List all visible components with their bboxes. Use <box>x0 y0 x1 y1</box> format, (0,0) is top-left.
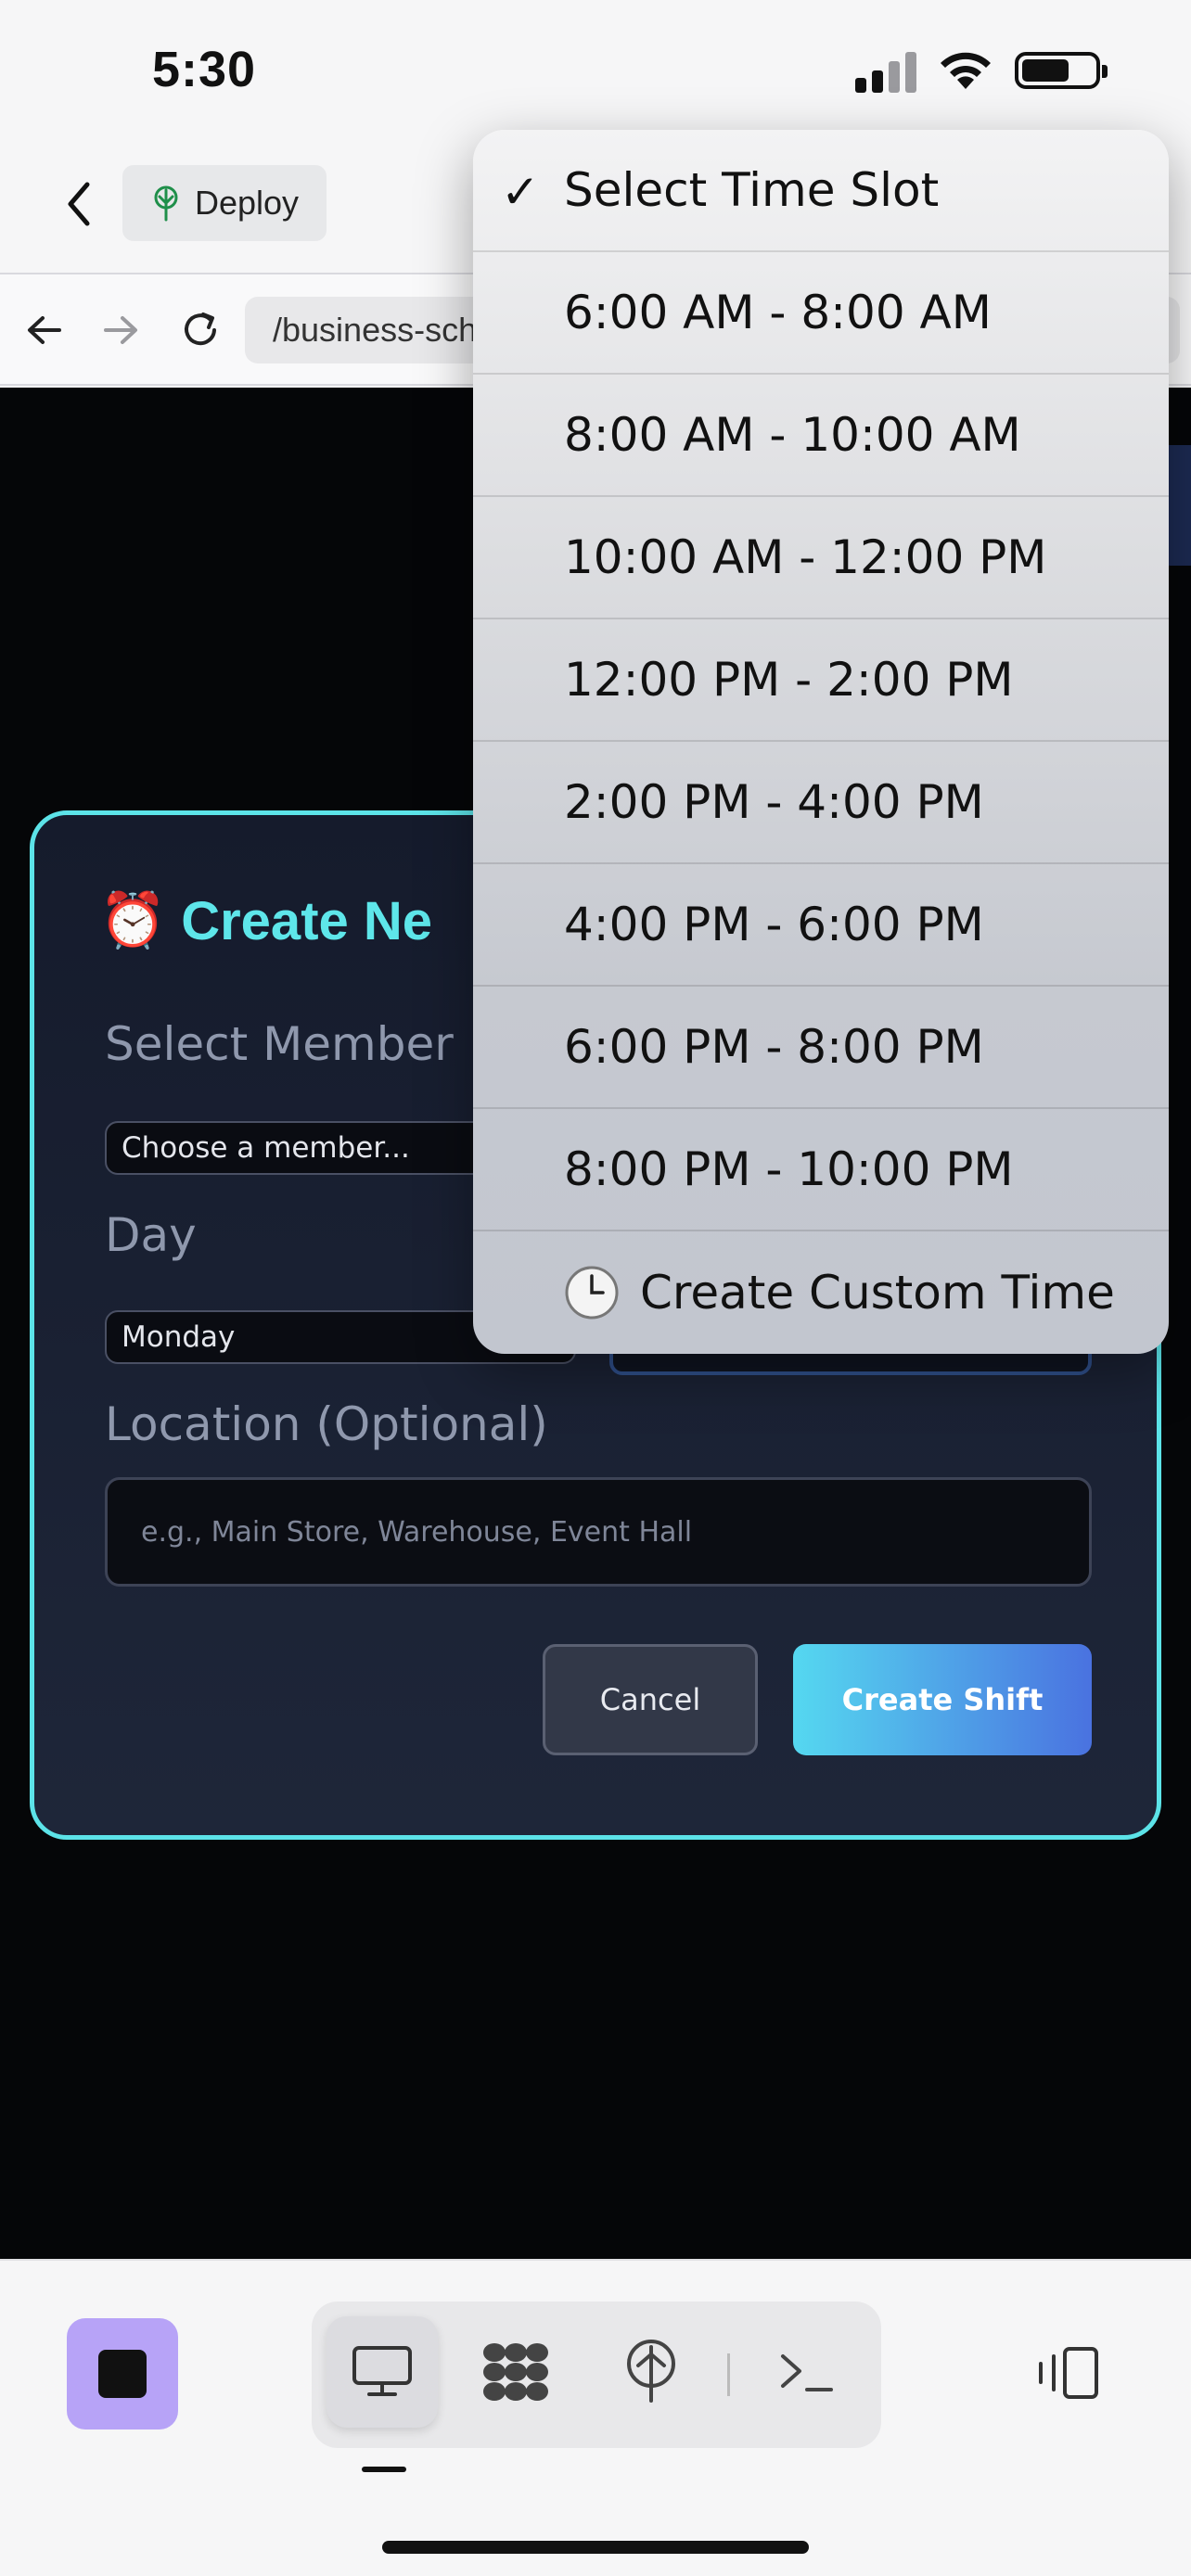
deploy-label: Deploy <box>195 184 300 222</box>
apps-view-button[interactable] <box>460 2316 571 2428</box>
checkmark-icon: ✓ <box>501 165 540 219</box>
dropdown-option[interactable]: 2:00 PM - 4:00 PM <box>473 742 1169 864</box>
dropdown-option[interactable]: 8:00 AM - 10:00 AM <box>473 375 1169 497</box>
deploy-icon <box>154 185 178 222</box>
dropdown-option[interactable]: 12:00 PM - 2:00 PM <box>473 619 1169 742</box>
wifi-icon <box>941 52 991 89</box>
cellular-signal-icon <box>855 50 920 93</box>
dropdown-option[interactable]: 4:00 PM - 6:00 PM <box>473 864 1169 987</box>
terminal-button[interactable] <box>751 2316 863 2428</box>
network-icon <box>627 2340 675 2403</box>
battery-icon <box>1015 52 1108 89</box>
desktop-icon <box>352 2346 412 2396</box>
alarm-clock-icon: ⏰ <box>99 890 167 950</box>
browser-forward-icon[interactable] <box>93 302 148 358</box>
create-shift-button[interactable]: Create Shift <box>793 1644 1092 1755</box>
split-view-button[interactable] <box>1028 2333 1108 2413</box>
dropdown-option[interactable]: ✓ Select Time Slot <box>473 130 1169 252</box>
network-view-button[interactable] <box>596 2316 707 2428</box>
time-slot-dropdown: ✓ Select Time Slot 6:00 AM - 8:00 AM 8:0… <box>473 130 1169 1354</box>
dropdown-option[interactable]: 10:00 AM - 12:00 PM <box>473 497 1169 619</box>
modal-title-text: Create Ne <box>181 890 433 951</box>
apps-icon <box>483 2343 548 2401</box>
dropdown-option[interactable]: 8:00 PM - 10:00 PM <box>473 1109 1169 1231</box>
status-bar: 5:30 <box>0 0 1191 139</box>
reload-icon[interactable] <box>173 302 228 358</box>
member-label: Select Member <box>105 1017 454 1071</box>
dropdown-option-custom-time[interactable]: Create Custom Time <box>473 1231 1169 1354</box>
day-label: Day <box>105 1208 197 1262</box>
active-tab-indicator <box>362 2467 406 2472</box>
location-label: Location (Optional) <box>105 1397 548 1451</box>
view-mode-group <box>312 2302 881 2448</box>
clock-icon <box>565 1266 619 1320</box>
split-view-icon <box>1039 2347 1098 2399</box>
stop-button[interactable] <box>67 2318 178 2429</box>
desktop-view-button[interactable] <box>327 2316 438 2428</box>
modal-title: ⏰ Create Ne <box>99 889 432 952</box>
bottom-toolbar <box>0 2259 1191 2576</box>
browser-back-icon[interactable] <box>17 302 72 358</box>
cancel-button[interactable]: Cancel <box>543 1644 758 1755</box>
home-indicator <box>382 2541 809 2554</box>
dropdown-option[interactable]: 6:00 AM - 8:00 AM <box>473 252 1169 375</box>
status-time: 5:30 <box>152 42 257 97</box>
toolbar-divider <box>727 2353 730 2396</box>
stop-icon <box>98 2350 147 2398</box>
back-chevron-icon[interactable] <box>56 176 102 232</box>
terminal-icon <box>781 2354 833 2391</box>
location-input[interactable]: e.g., Main Store, Warehouse, Event Hall <box>105 1477 1092 1587</box>
deploy-button[interactable]: Deploy <box>122 165 327 241</box>
dropdown-option[interactable]: 6:00 PM - 8:00 PM <box>473 987 1169 1109</box>
